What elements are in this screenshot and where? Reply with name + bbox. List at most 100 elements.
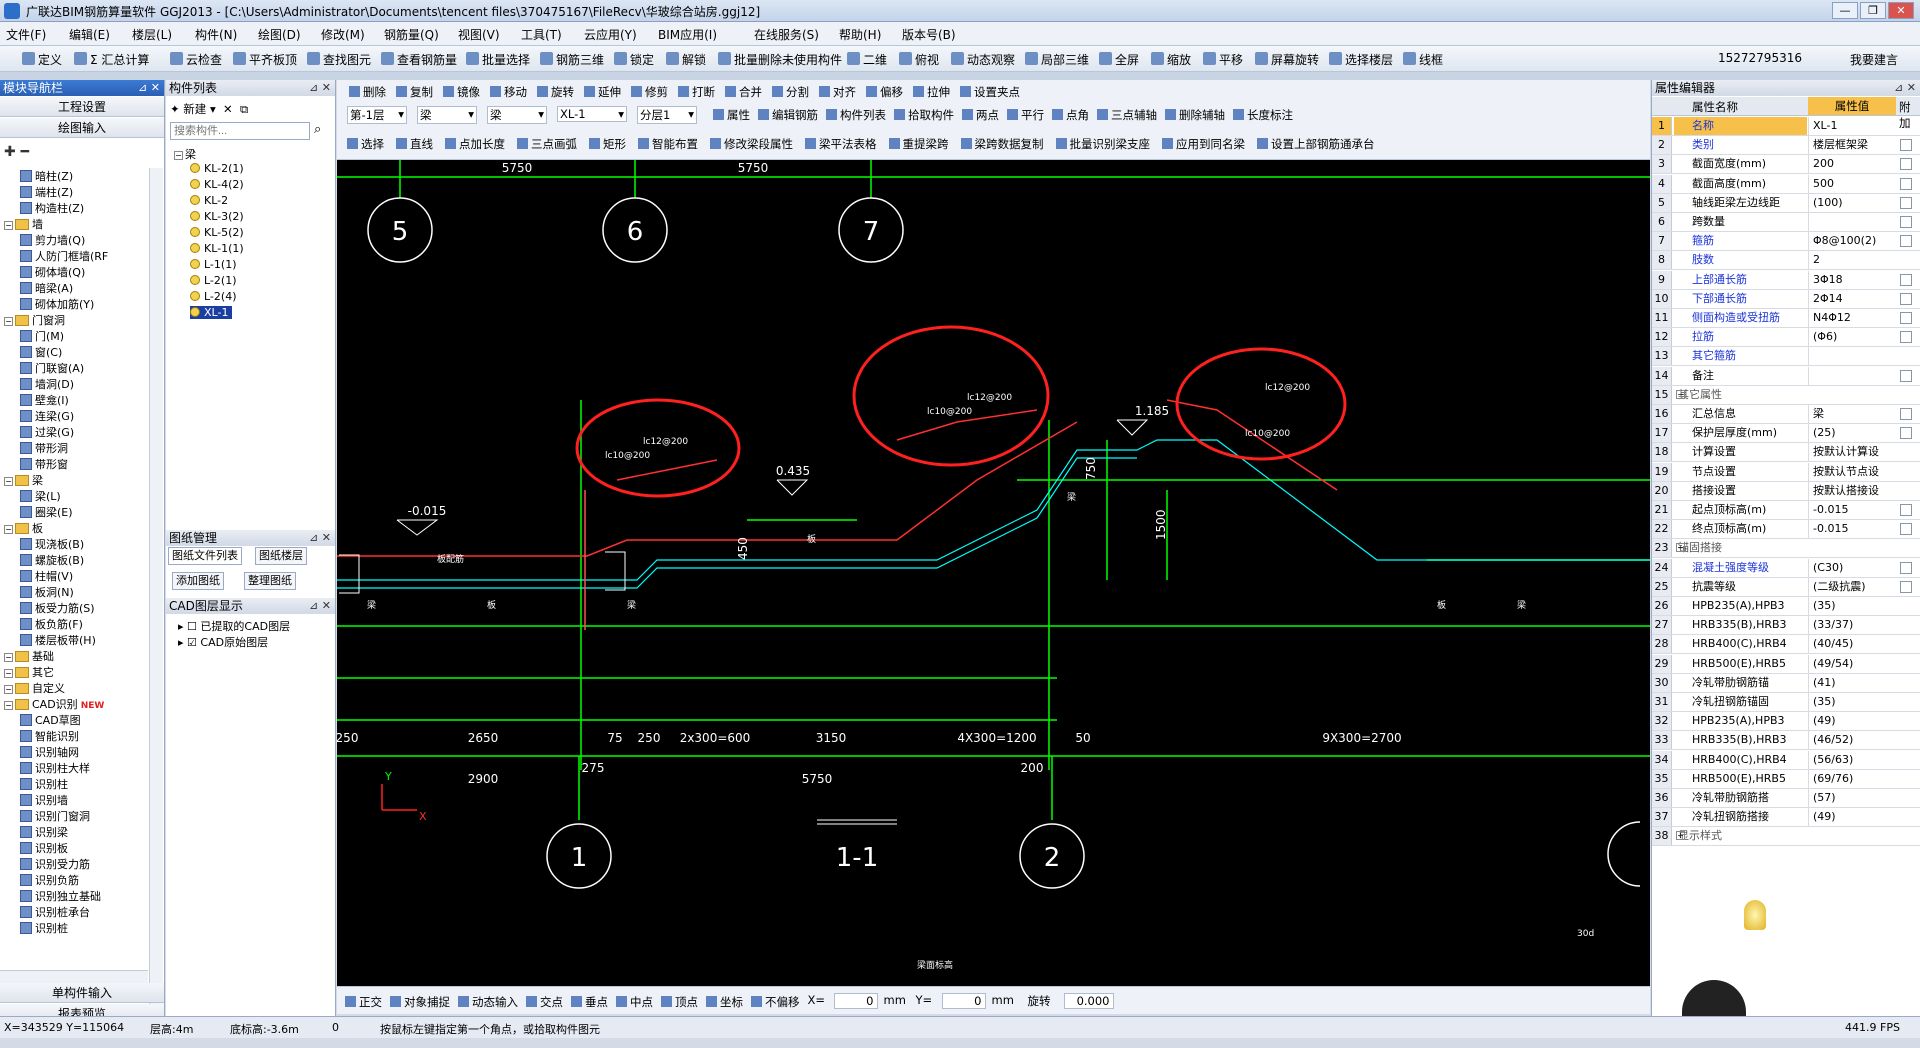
draw-tool-button[interactable]: 批量识别梁支座 bbox=[1055, 136, 1150, 152]
expand-icon[interactable]: − bbox=[4, 653, 13, 662]
pin-icon[interactable]: ⊿ ✕ bbox=[309, 598, 331, 614]
property-row[interactable]: 24 混凝土强度等级 (C30) bbox=[1652, 558, 1920, 578]
tree-item[interactable]: 现浇板(B) bbox=[20, 536, 84, 552]
define-button[interactable]: 定义 bbox=[22, 51, 62, 68]
pin-icon[interactable]: ⊿ ✕ bbox=[309, 80, 331, 96]
group-toggle-icon[interactable]: − bbox=[1676, 543, 1685, 553]
draw-tool-button[interactable]: 应用到同名梁 bbox=[1162, 136, 1245, 152]
property-checkbox[interactable] bbox=[1900, 561, 1912, 574]
component-select[interactable]: XL-1 ▾ bbox=[557, 106, 627, 122]
menu-item[interactable]: BIM应用(I) bbox=[658, 26, 717, 43]
tree-item[interactable]: 端柱(Z) bbox=[20, 184, 73, 200]
property-value[interactable]: 2Φ14 bbox=[1808, 289, 1896, 308]
draw-tool-button[interactable]: 旋转 bbox=[537, 84, 574, 100]
drawing-input-button[interactable]: 绘图输入 bbox=[0, 118, 164, 138]
feedback-link[interactable]: 我要建言 bbox=[1850, 51, 1898, 68]
draw-tool-button[interactable]: 对齐 bbox=[819, 84, 856, 100]
property-checkbox[interactable] bbox=[1900, 235, 1912, 248]
property-value[interactable]: (C30) bbox=[1808, 558, 1896, 577]
property-checkbox[interactable] bbox=[1900, 427, 1912, 440]
property-value[interactable]: (56/63) bbox=[1808, 750, 1896, 769]
property-row[interactable]: 9 上部通长筋 3Φ18 bbox=[1652, 270, 1920, 290]
property-value[interactable]: (100) bbox=[1808, 193, 1896, 212]
mascot-icon[interactable] bbox=[1682, 980, 1746, 1016]
tree-item[interactable]: 带形洞 bbox=[20, 440, 68, 456]
draw-tool-button[interactable]: 属性 bbox=[713, 107, 750, 123]
menu-item[interactable]: 云应用(Y) bbox=[584, 26, 637, 43]
property-row[interactable]: 36 冷轧带肋钢筋搭 (57) bbox=[1652, 789, 1920, 808]
property-row[interactable]: 26 HPB235(A),HPB3 (35) bbox=[1652, 597, 1920, 616]
property-row[interactable]: 8 肢数 2 bbox=[1652, 251, 1920, 271]
property-value[interactable]: (49) bbox=[1808, 712, 1896, 731]
expand-icon[interactable]: − bbox=[4, 669, 13, 678]
draw-tool-button[interactable]: 分割 bbox=[772, 84, 809, 100]
tree-item[interactable]: 识别门窗洞 bbox=[20, 808, 90, 824]
tree-item[interactable]: 暗柱(Z) bbox=[20, 168, 73, 184]
expand-icon[interactable]: − bbox=[174, 151, 183, 160]
draw-tool-button[interactable]: 镜像 bbox=[443, 84, 480, 100]
property-checkbox[interactable] bbox=[1900, 408, 1912, 420]
expand-icon[interactable]: − bbox=[4, 221, 13, 230]
view-2d-button[interactable]: 二维 bbox=[847, 51, 887, 68]
property-value[interactable]: (二级抗震) bbox=[1808, 577, 1896, 596]
draw-tool-button[interactable]: 矩形 bbox=[589, 136, 626, 152]
find-button[interactable]: 查找图元 bbox=[307, 51, 371, 68]
property-row[interactable]: 15 其它属性 − bbox=[1652, 385, 1920, 405]
align-top-button[interactable]: 平齐板顶 bbox=[233, 51, 297, 68]
property-checkbox[interactable] bbox=[1900, 504, 1912, 516]
property-row[interactable]: 21 起点顶标高(m) -0.015 bbox=[1652, 501, 1920, 520]
property-row[interactable]: 4 截面高度(mm) 500 bbox=[1652, 174, 1920, 194]
batch-select-button[interactable]: 批量选择 bbox=[466, 51, 530, 68]
lightbulb-icon[interactable] bbox=[1744, 900, 1766, 930]
draw-tool-button[interactable]: 设置夹点 bbox=[960, 84, 1020, 100]
draw-tool-button[interactable]: 平行 bbox=[1007, 107, 1044, 123]
property-value[interactable]: -0.015 bbox=[1808, 501, 1896, 519]
property-value[interactable]: 2 bbox=[1808, 251, 1896, 270]
menu-item[interactable]: 视图(V) bbox=[458, 26, 500, 43]
component-item[interactable]: KL-3(2) bbox=[190, 210, 244, 223]
draw-tool-button[interactable]: 重提梁跨 bbox=[888, 136, 949, 152]
draw-tool-button[interactable]: 直线 bbox=[396, 136, 433, 152]
select-floor-button[interactable]: 选择楼层 bbox=[1329, 51, 1393, 68]
property-value[interactable]: XL-1 bbox=[1808, 117, 1896, 135]
component-search-input[interactable] bbox=[170, 122, 310, 140]
property-row[interactable]: 37 冷轧扭钢筋搭接 (49) bbox=[1652, 808, 1920, 828]
property-checkbox[interactable] bbox=[1900, 273, 1912, 286]
tree-item[interactable]: 板负筋(F) bbox=[20, 616, 83, 632]
draw-tool-button[interactable]: 删除辅轴 bbox=[1165, 107, 1225, 123]
draw-tool-button[interactable]: 打断 bbox=[678, 84, 715, 100]
expand-icon[interactable]: − bbox=[4, 701, 13, 710]
unlock-button[interactable]: 解锁 bbox=[666, 51, 706, 68]
type-select[interactable]: 梁 ▾ bbox=[417, 106, 477, 124]
property-row[interactable]: 38 显示样式 + bbox=[1652, 827, 1920, 847]
draw-tool-button[interactable]: 构件列表 bbox=[826, 107, 886, 123]
y-input[interactable]: 0 bbox=[941, 993, 986, 1009]
property-value[interactable]: -0.015 bbox=[1808, 520, 1896, 539]
minimize-button[interactable]: — bbox=[1832, 2, 1858, 19]
snap-toggle[interactable]: 交点 bbox=[526, 994, 563, 1010]
tree-item[interactable]: 识别轴网 bbox=[20, 744, 79, 760]
property-row[interactable]: 25 抗震等级 (二级抗震) bbox=[1652, 577, 1920, 597]
property-value[interactable]: (35) bbox=[1808, 597, 1896, 615]
property-row[interactable]: 23 锚固搭接 − bbox=[1652, 539, 1920, 559]
property-value[interactable]: 3Φ18 bbox=[1808, 270, 1896, 289]
tree-item[interactable]: 识别柱大样 bbox=[20, 760, 90, 776]
tree-item[interactable]: 识别桩 bbox=[20, 920, 68, 936]
sum-button[interactable]: Σ 汇总计算 bbox=[74, 51, 149, 68]
menu-item[interactable]: 钢筋量(Q) bbox=[384, 26, 439, 43]
tree-folder[interactable]: − 板 bbox=[4, 520, 43, 536]
property-row[interactable]: 32 HPB235(A),HPB3 (49) bbox=[1652, 712, 1920, 732]
rotate-input[interactable]: 0.000 bbox=[1063, 993, 1114, 1009]
expand-icon[interactable]: − bbox=[4, 525, 13, 534]
layer-original[interactable]: ▸ ☑ CAD原始图层 bbox=[178, 634, 268, 650]
tree-item[interactable]: 梁(L) bbox=[20, 488, 61, 504]
chevron-down-icon[interactable]: ▾ bbox=[688, 107, 694, 121]
menu-item[interactable]: 绘图(D) bbox=[258, 26, 301, 43]
property-row[interactable]: 35 HRB500(E),HRB5 (69/76) bbox=[1652, 769, 1920, 789]
project-settings-button[interactable]: 工程设置 bbox=[0, 97, 164, 117]
wireframe-button[interactable]: 线框 bbox=[1403, 51, 1443, 68]
property-checkbox[interactable] bbox=[1900, 139, 1912, 152]
tree-item[interactable]: 砌体加筋(Y) bbox=[20, 296, 94, 312]
expand-icon[interactable]: − bbox=[4, 477, 13, 486]
property-value[interactable]: Φ8@100(2) bbox=[1808, 232, 1896, 251]
